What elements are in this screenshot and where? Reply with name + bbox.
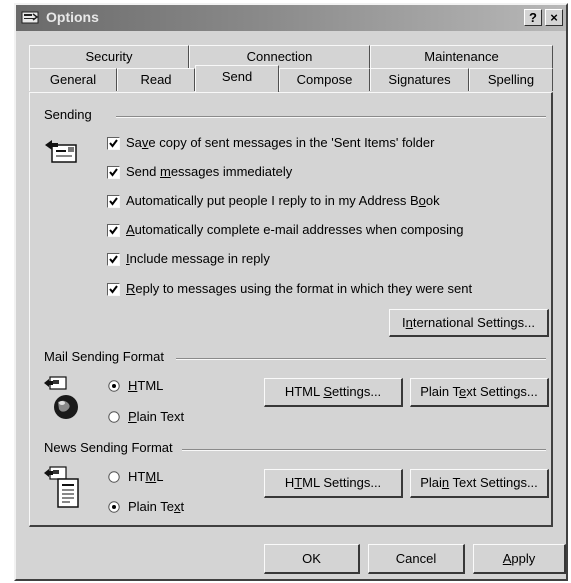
send-immediately-checkbox[interactable] xyxy=(107,166,120,179)
send-immediately-label[interactable]: Send messages immediately xyxy=(126,164,292,179)
news-plain-text-settings-button[interactable]: Plain Text Settings... xyxy=(410,469,549,498)
close-button[interactable]: × xyxy=(545,9,563,26)
news-html-radio[interactable] xyxy=(108,471,120,483)
tab-signatures[interactable]: Signatures xyxy=(370,68,469,91)
options-app-icon xyxy=(21,11,39,24)
help-button[interactable]: ? xyxy=(524,9,542,26)
window-title: Options xyxy=(46,9,99,25)
mail-html-radio[interactable] xyxy=(108,380,120,392)
reply-format-checkbox[interactable] xyxy=(107,283,120,296)
tab-send[interactable]: Send xyxy=(195,65,279,92)
news-plain-text-radio[interactable] xyxy=(108,501,120,513)
mail-format-group-label: Mail Sending Format xyxy=(44,349,168,364)
auto-complete-label[interactable]: Automatically complete e-mail addresses … xyxy=(126,222,463,237)
tab-compose[interactable]: Compose xyxy=(279,68,370,91)
sending-group-label: Sending xyxy=(44,107,96,122)
reply-format-label[interactable]: Reply to messages using the format in wh… xyxy=(126,281,472,296)
group-divider xyxy=(116,116,546,118)
apply-button[interactable]: Apply xyxy=(473,544,566,574)
tab-read[interactable]: Read xyxy=(117,68,195,91)
mail-plain-text-settings-button[interactable]: Plain Text Settings... xyxy=(410,378,549,407)
include-message-label[interactable]: Include message in reply xyxy=(126,251,270,266)
news-document-icon xyxy=(44,466,79,508)
news-html-settings-button[interactable]: HTML Settings... xyxy=(264,469,403,498)
mail-globe-icon xyxy=(44,376,78,419)
tab-general[interactable]: General xyxy=(29,68,117,91)
save-copy-label[interactable]: Save copy of sent messages in the 'Sent … xyxy=(126,135,434,150)
international-settings-button[interactable]: International Settings... xyxy=(389,309,549,337)
auto-address-book-label[interactable]: Automatically put people I reply to in m… xyxy=(126,193,440,208)
options-dialog: Options ? × Security Connection Maintena… xyxy=(14,3,568,581)
mail-html-settings-button[interactable]: HTML Settings... xyxy=(264,378,403,407)
auto-complete-checkbox[interactable] xyxy=(107,224,120,237)
tab-security[interactable]: Security xyxy=(29,45,189,68)
auto-address-book-checkbox[interactable] xyxy=(107,195,120,208)
tab-spelling[interactable]: Spelling xyxy=(469,68,553,91)
ok-button[interactable]: OK xyxy=(264,544,360,574)
group-divider xyxy=(176,358,546,360)
tab-maintenance[interactable]: Maintenance xyxy=(370,45,553,68)
group-divider xyxy=(182,449,546,451)
cancel-button[interactable]: Cancel xyxy=(368,544,465,574)
include-message-checkbox[interactable] xyxy=(107,253,120,266)
title-bar[interactable]: Options ? × xyxy=(16,5,566,31)
mail-plain-text-radio[interactable] xyxy=(108,411,120,423)
news-plain-text-label[interactable]: Plain Text xyxy=(128,499,184,514)
news-format-group-label: News Sending Format xyxy=(44,440,177,455)
mail-plain-text-label[interactable]: Plain Text xyxy=(128,409,184,424)
news-html-label[interactable]: HTML xyxy=(128,469,163,484)
save-copy-checkbox[interactable] xyxy=(107,137,120,150)
mail-html-label[interactable]: HTML xyxy=(128,378,163,393)
outbox-envelope-icon xyxy=(45,140,77,163)
